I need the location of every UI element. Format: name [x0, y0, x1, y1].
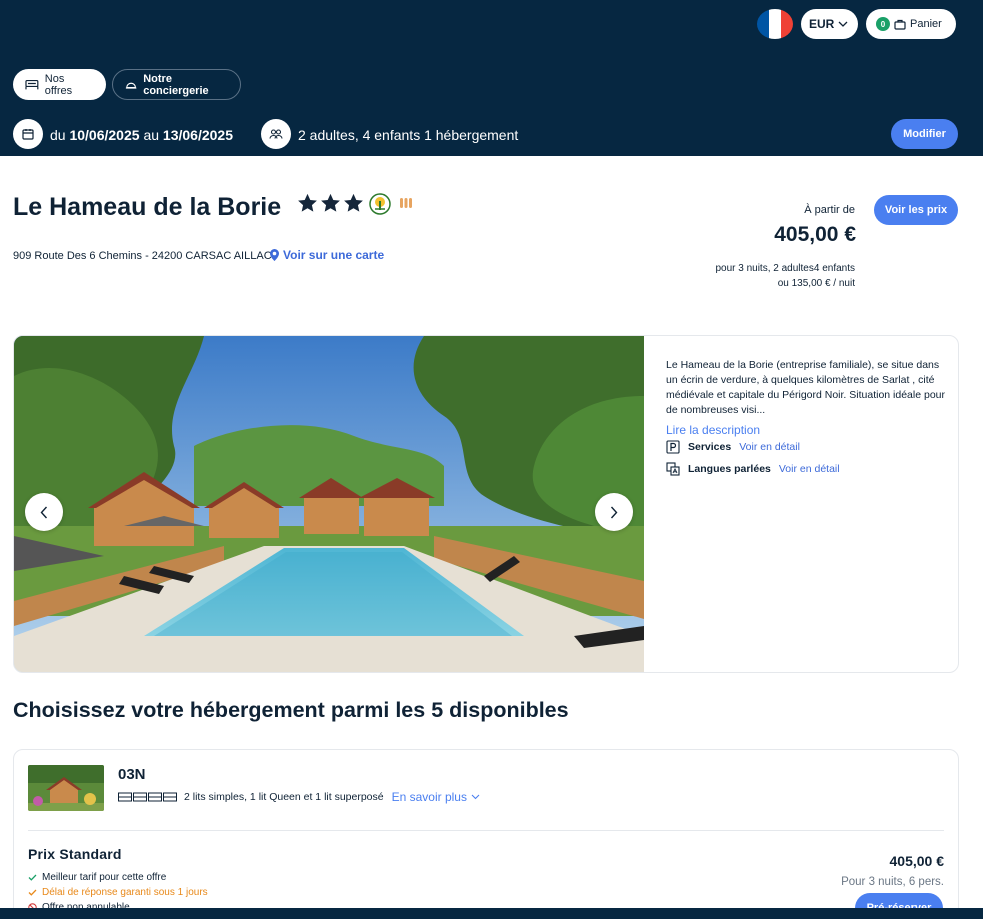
read-description-link[interactable]: Lire la description: [666, 423, 760, 437]
services-detail-link[interactable]: Voir en détail: [739, 441, 800, 453]
hotel-description: Le Hameau de la Borie (entreprise famili…: [666, 359, 946, 416]
guests-summary[interactable]: 2 adultes, 4 enfants 1 hébergement: [298, 127, 518, 143]
tab-label: Nos offres: [44, 72, 73, 97]
condition-best-rate: Meilleur tarif pour cette offre: [28, 872, 166, 883]
feature-languages: Langues parlées Voir en détail: [666, 462, 840, 476]
see-on-map-link[interactable]: Voir sur une carte: [270, 248, 384, 262]
room-card: 03N 2 lits simples, 1 lit Queen et 1 lit…: [13, 749, 959, 919]
hotel-name: Le Hameau de la Borie: [13, 193, 282, 221]
see-prices-button[interactable]: Voir les prix: [874, 195, 958, 225]
chevron-right-icon: [610, 506, 618, 518]
suitcase-icon: [894, 19, 906, 30]
from-price: 405,00 €: [774, 223, 856, 246]
cart-count-badge: 0: [876, 17, 890, 31]
hotel-overview-card: Le Hameau de la Borie (entreprise famili…: [13, 335, 959, 673]
star-icon: [321, 193, 340, 212]
check-icon: [28, 889, 37, 896]
next-photo-button[interactable]: [595, 493, 633, 531]
site-header: EUR 0 Panier Nos offres Notre concierger…: [0, 0, 983, 156]
star-icon: [298, 193, 317, 212]
chevron-down-icon: [471, 794, 480, 800]
rate-name: Prix Standard: [28, 846, 122, 862]
language-flag-icon[interactable]: [757, 9, 793, 39]
cloche-icon: [125, 82, 137, 89]
map-link-label: Voir sur une carte: [283, 248, 385, 262]
room-price-detail: Pour 3 nuits, 6 pers.: [841, 876, 944, 888]
star-icon: [344, 193, 363, 212]
room-beds: 2 lits simples, 1 lit Queen et 1 lit sup…: [118, 790, 480, 804]
price-detail: pour 3 nuits, 2 adultes4 enfants ou 135,…: [715, 263, 855, 289]
tab-conciergerie[interactable]: Notre conciergerie: [112, 69, 241, 100]
modify-button[interactable]: Modifier: [891, 119, 958, 149]
currency-label: EUR: [809, 17, 835, 31]
wheat-ears-icon: [400, 198, 412, 208]
room-name: 03N: [118, 766, 146, 783]
chevron-down-icon: [838, 21, 848, 27]
know-more-link[interactable]: En savoir plus: [392, 790, 480, 804]
hotel-address: 909 Route Des 6 Chemins - 24200 CARSAC A…: [13, 250, 272, 262]
star-rating: [297, 193, 364, 213]
hotel-photo[interactable]: [14, 336, 644, 672]
cart-label: Panier: [910, 18, 942, 30]
users-icon[interactable]: [261, 119, 291, 149]
room-thumbnail[interactable]: [28, 765, 104, 811]
beds-icon: [118, 792, 177, 802]
feature-services: Services Voir en détail: [666, 440, 800, 454]
languages-detail-link[interactable]: Voir en détail: [779, 463, 840, 475]
tab-nos-offres[interactable]: Nos offres: [13, 69, 106, 100]
divider: [28, 830, 944, 831]
map-pin-icon: [270, 249, 279, 261]
check-icon: [28, 874, 37, 881]
translate-icon: [666, 462, 680, 476]
calendar-icon[interactable]: [13, 119, 43, 149]
previous-photo-button[interactable]: [25, 493, 63, 531]
eco-label-icon: [369, 193, 391, 215]
tab-label: Notre conciergerie: [143, 72, 209, 97]
bottom-bar: [0, 908, 983, 919]
beds-label: 2 lits simples, 1 lit Queen et 1 lit sup…: [184, 791, 384, 803]
feature-label: Langues parlées: [688, 463, 771, 475]
feature-label: Services: [688, 441, 732, 453]
parking-icon: [666, 440, 680, 454]
rooms-section-title: Choisissez votre hébergement parmi les 5…: [13, 698, 569, 722]
chevron-left-icon: [40, 506, 48, 518]
from-price-label: À partir de: [804, 204, 855, 216]
room-price: 405,00 €: [889, 853, 945, 869]
condition-response-delay: Délai de réponse garanti sous 1 jours: [28, 887, 208, 898]
bed-icon: [25, 79, 39, 90]
date-range[interactable]: du 10/06/2025 au 13/06/2025: [50, 127, 233, 143]
cart-button[interactable]: 0 Panier: [866, 9, 956, 39]
currency-selector[interactable]: EUR: [801, 9, 858, 39]
